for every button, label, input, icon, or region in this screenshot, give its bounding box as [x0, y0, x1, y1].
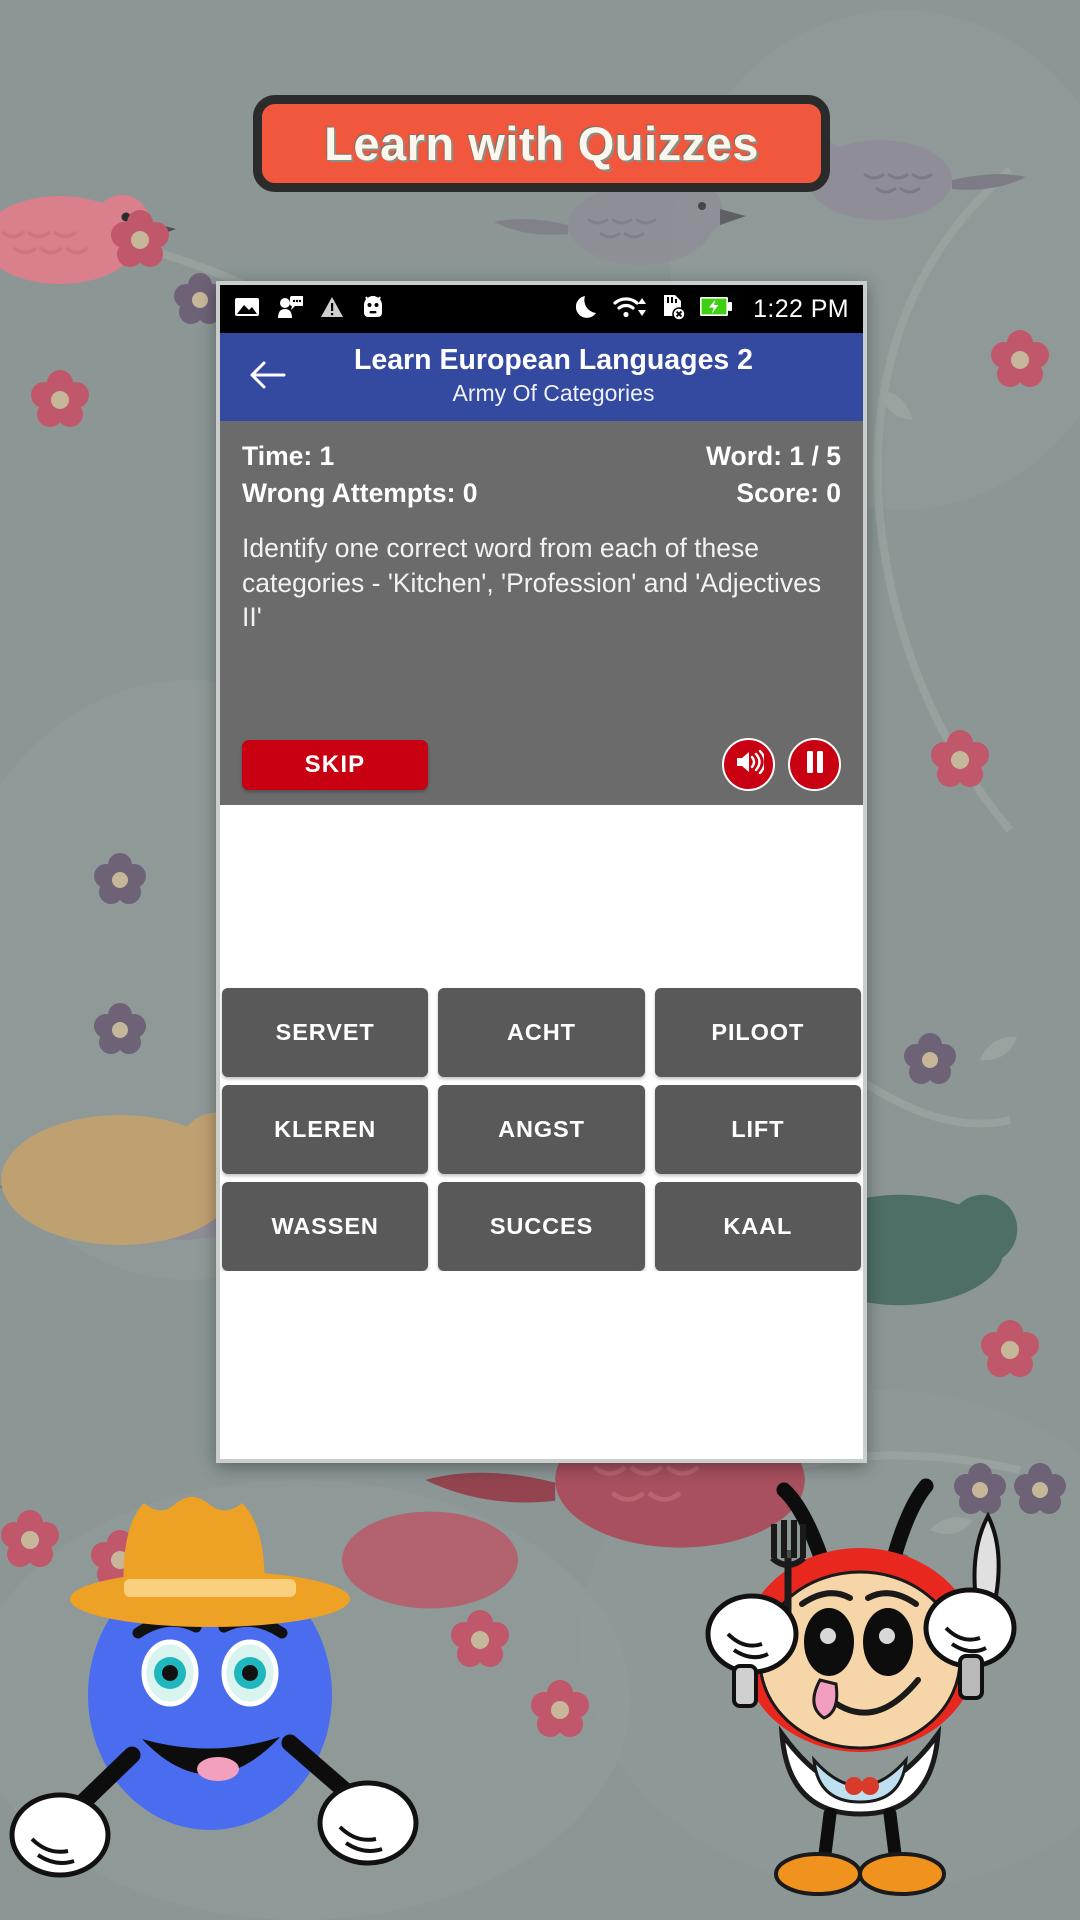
- wrong-attempts-stat: Wrong Attempts: 0: [242, 477, 478, 508]
- stats-row-1: Time: 1 Word: 1 / 5: [242, 439, 841, 474]
- word-option-button[interactable]: ANGST: [438, 1085, 645, 1174]
- battery-charging-icon: [699, 296, 733, 322]
- word-stat: Word: 1 / 5: [706, 441, 841, 471]
- warning-icon: [320, 296, 344, 323]
- app-bar-titles: Learn European Languages 2 Army Of Categ…: [296, 344, 851, 409]
- android-robot-icon: [361, 295, 385, 323]
- word-option-button[interactable]: SERVET: [222, 988, 429, 1077]
- media-controls: [722, 738, 841, 791]
- word-option-button[interactable]: KAAL: [654, 1182, 861, 1271]
- status-bar-left-icons: [234, 295, 385, 324]
- page-subtitle: Army Of Categories: [452, 380, 655, 406]
- status-bar-right-icons: 1:22 PM: [575, 294, 849, 325]
- speaker-volume-icon: [734, 749, 766, 780]
- skip-button[interactable]: SKIP: [242, 739, 428, 790]
- pause-icon: [804, 749, 826, 780]
- word-option-button[interactable]: LIFT: [654, 1085, 861, 1174]
- page-title: Learn European Languages 2: [353, 344, 754, 377]
- stats-row-2: Wrong Attempts: 0 Score: 0: [242, 476, 841, 511]
- score-stat: Score: 0: [736, 477, 841, 508]
- phone-frame: 1:22 PM Learn European Languages 2 Army …: [216, 281, 867, 1463]
- word-options-area: SERVET ACHT PILOOT KLEREN ANGST LIFT WAS…: [220, 988, 863, 1271]
- phone-screen: 1:22 PM Learn European Languages 2 Army …: [220, 285, 863, 1459]
- word-option-button[interactable]: WASSEN: [222, 1182, 429, 1271]
- quiz-prompt: Identify one correct word from each of t…: [242, 532, 822, 633]
- back-button[interactable]: [240, 349, 296, 405]
- word-grid: SERVET ACHT PILOOT KLEREN ANGST LIFT WAS…: [220, 988, 863, 1271]
- promo-banner-text: Learn with Quizzes: [324, 117, 759, 170]
- back-arrow-icon: [248, 359, 288, 396]
- quiz-info-card: Time: 1 Word: 1 / 5 Wrong Attempts: 0 Sc…: [220, 421, 863, 805]
- status-bar-clock: 1:22 PM: [753, 294, 849, 323]
- bottom-blank-area: [220, 1271, 863, 1459]
- answer-drop-area[interactable]: [220, 805, 863, 988]
- app-bar: Learn European Languages 2 Army Of Categ…: [220, 333, 863, 421]
- word-option-button[interactable]: SUCCES: [438, 1182, 645, 1271]
- pause-button[interactable]: [788, 738, 841, 791]
- word-option-button[interactable]: PILOOT: [654, 988, 861, 1077]
- do-not-disturb-moon-icon: [575, 294, 600, 325]
- sound-button[interactable]: [722, 738, 775, 791]
- wifi-icon: [613, 295, 647, 324]
- person-speaking-icon: [277, 295, 304, 324]
- promo-banner: Learn with Quizzes: [253, 95, 830, 192]
- word-option-button[interactable]: ACHT: [438, 988, 645, 1077]
- card-actions: SKIP: [242, 738, 841, 791]
- sd-card-removed-icon: [660, 294, 686, 325]
- word-option-button[interactable]: KLEREN: [222, 1085, 429, 1174]
- image-icon: [234, 297, 260, 322]
- status-bar: 1:22 PM: [220, 285, 863, 333]
- time-stat: Time: 1: [242, 441, 335, 471]
